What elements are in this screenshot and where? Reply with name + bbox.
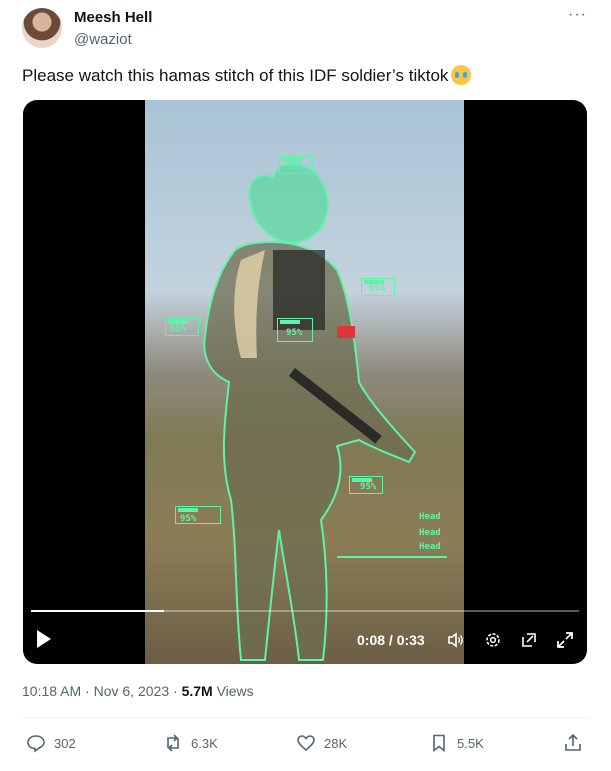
divider (22, 717, 589, 718)
reply-button[interactable]: 302 (26, 733, 76, 753)
detection-box: 95% (279, 156, 313, 174)
detection-box: 95% (361, 278, 395, 296)
tweet-text-content: Please watch this hamas stitch of this I… (22, 66, 449, 85)
like-icon (297, 735, 315, 752)
author-handle[interactable]: @waziot (74, 31, 132, 48)
bookmark-button[interactable]: 5.5K (429, 733, 484, 753)
views-count: 5.7M (181, 683, 213, 699)
progress-fill (31, 610, 164, 612)
detection-box: 95% (175, 506, 221, 524)
detection-label: 95% (286, 328, 303, 338)
detection-box: 95% (165, 318, 199, 336)
repost-button[interactable]: 6.3K (163, 733, 218, 753)
progress-bar[interactable] (31, 610, 579, 612)
share-button[interactable] (563, 733, 583, 753)
author-name[interactable]: Meesh Hell (74, 9, 152, 26)
volume-icon[interactable] (447, 631, 465, 649)
detection-label: 95% (360, 482, 377, 492)
time-display: 0:08 / 0:33 (357, 632, 425, 648)
settings-icon[interactable] (484, 631, 502, 649)
crying-face-emoji-icon (451, 65, 472, 85)
avatar[interactable] (22, 8, 62, 48)
head-label: Head (419, 528, 441, 538)
detection-label: 95% (170, 324, 187, 334)
detection-box: 95% (277, 318, 313, 342)
detection-label: 95% (180, 514, 197, 524)
detection-box: 95% (349, 476, 383, 494)
like-button[interactable]: 28K (296, 733, 347, 753)
video-player[interactable]: 95% 95% 95% 95% 95% 95% Head Head Head 0… (23, 100, 587, 664)
reply-icon (27, 735, 45, 753)
head-label: Head (419, 512, 441, 522)
detection-label: 95% (369, 284, 386, 294)
tweet-time[interactable]: 10:18 AM (22, 683, 81, 699)
reply-count: 302 (54, 735, 76, 751)
bookmark-count: 5.5K (457, 735, 484, 751)
tweet-meta: 10:18 AM · Nov 6, 2023 · 5.7M Views (22, 683, 254, 699)
like-count: 28K (324, 735, 348, 751)
popout-icon[interactable] (520, 631, 538, 649)
bookmark-icon (433, 734, 445, 753)
detection-label: 95% (287, 162, 304, 172)
soldier-silhouette (203, 162, 417, 661)
share-icon (565, 733, 581, 751)
tweet-date[interactable]: Nov 6, 2023 (94, 683, 170, 699)
fullscreen-icon[interactable] (556, 631, 574, 649)
play-icon[interactable] (37, 630, 51, 648)
more-icon[interactable]: ··· (568, 6, 587, 24)
head-label-underline (337, 556, 447, 558)
video-frame: 95% 95% 95% 95% 95% 95% Head Head Head (145, 100, 464, 664)
tweet-card: Meesh Hell @waziot ··· Please watch this… (0, 0, 611, 771)
repost-count: 6.3K (191, 735, 218, 751)
views-label: Views (216, 683, 254, 699)
tweet-text: Please watch this hamas stitch of this I… (22, 65, 472, 87)
repost-icon (167, 734, 179, 752)
head-label: Head (419, 542, 441, 552)
